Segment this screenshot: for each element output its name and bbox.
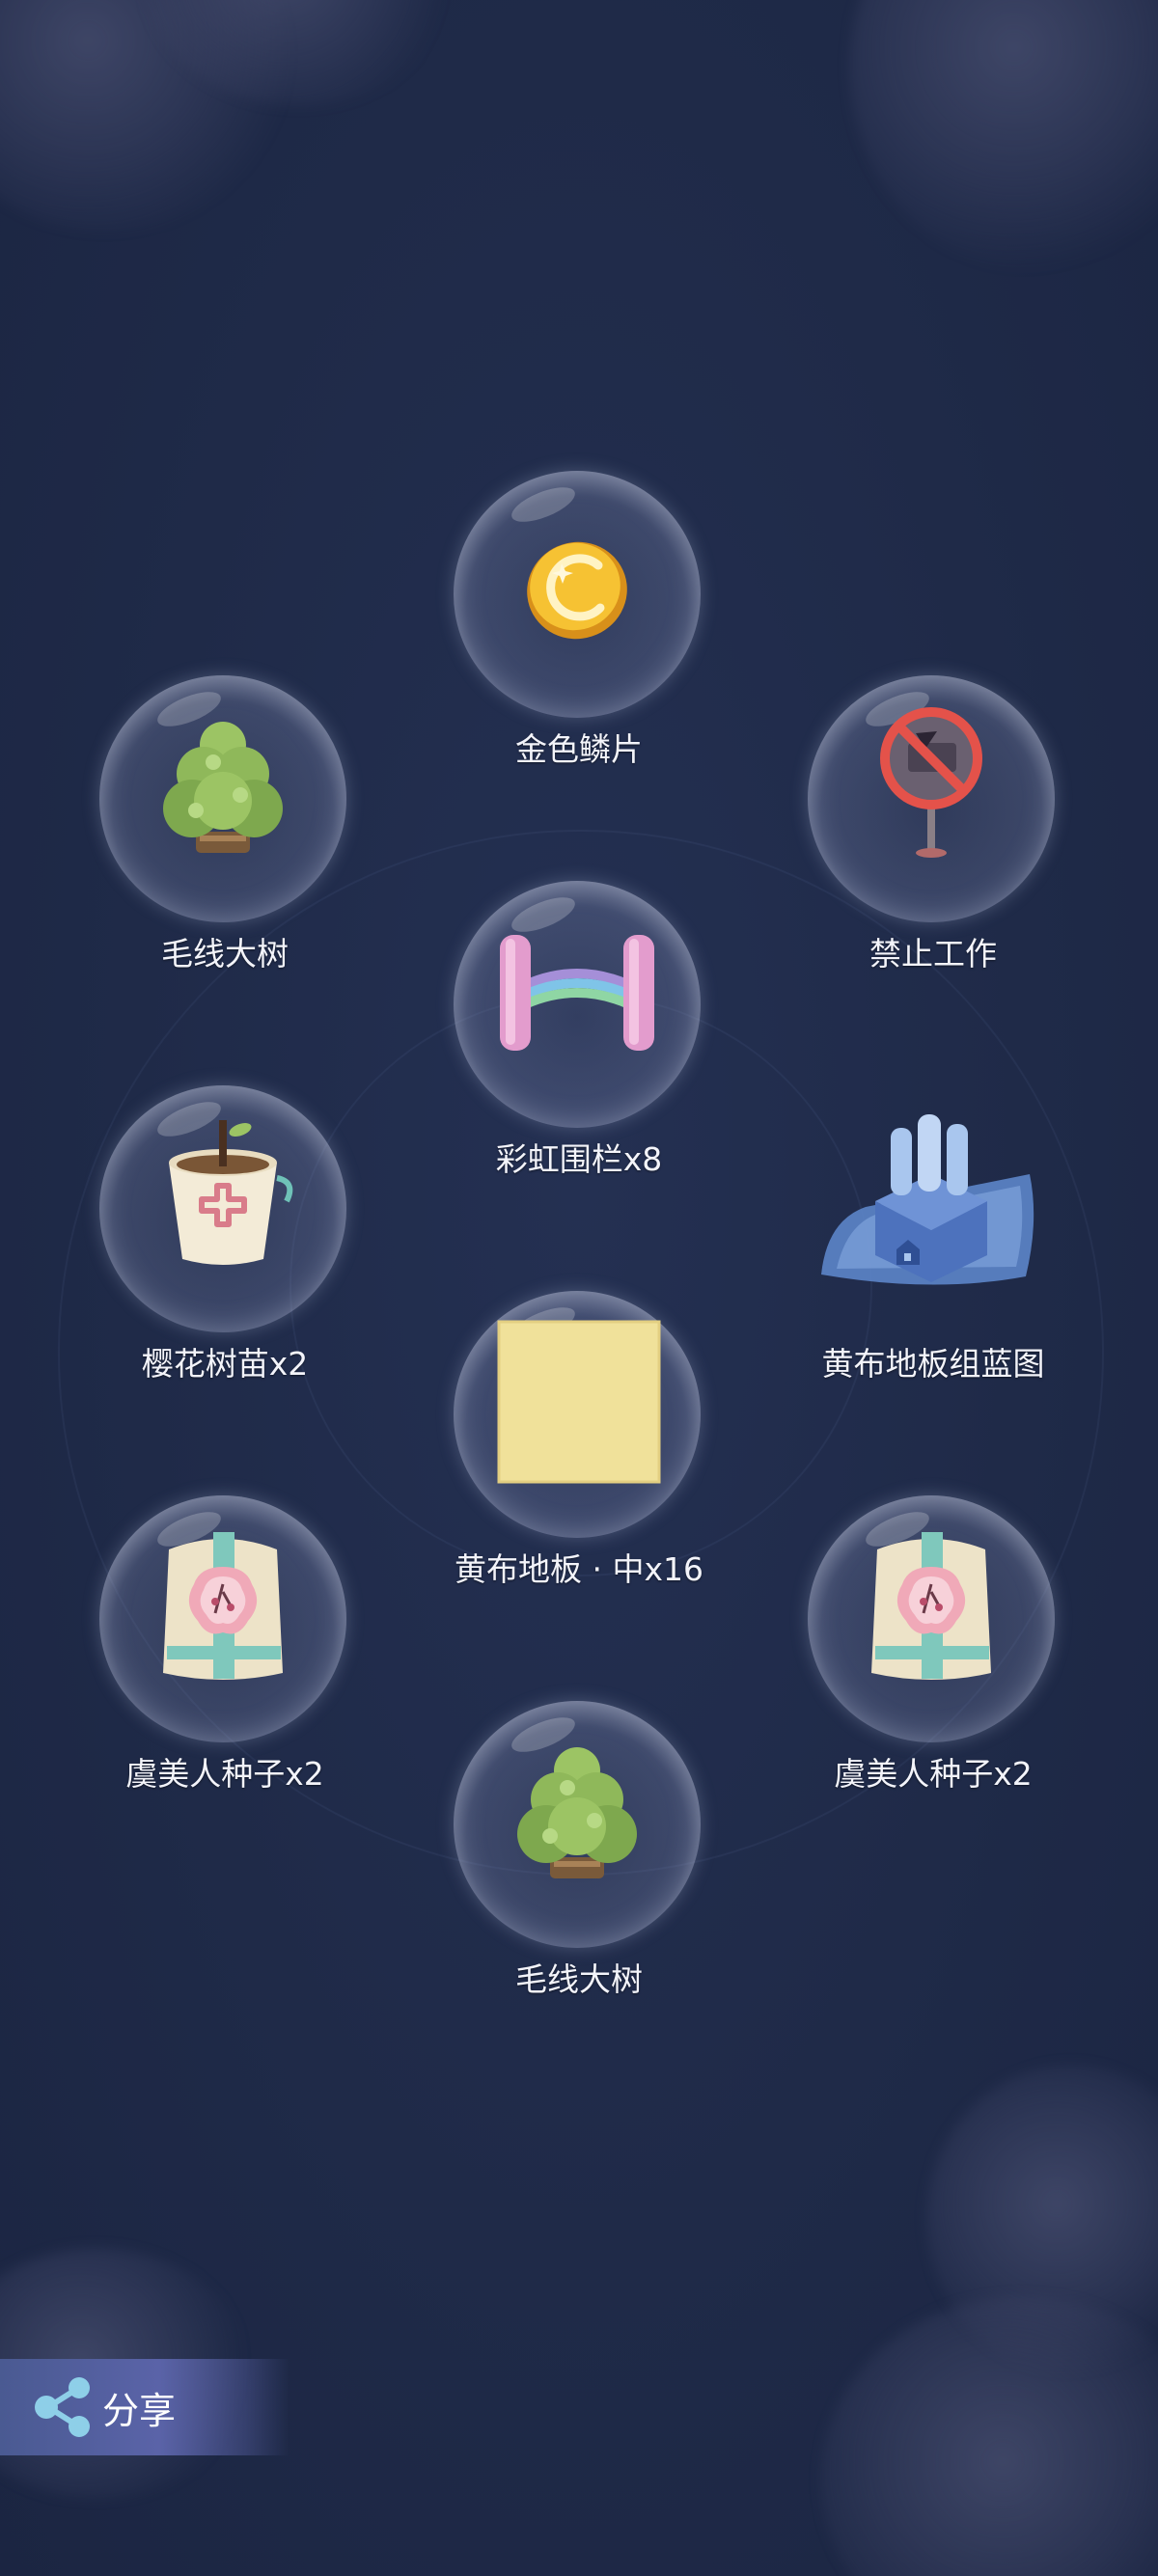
reward-label: 樱花树苗x2 <box>141 1345 309 1383</box>
cloud-decoration <box>849 0 1158 270</box>
no-work-sign-icon <box>880 707 982 858</box>
reward-item[interactable]: 黄布地板 · 中x16 <box>434 1291 724 1588</box>
blueprint-icon <box>821 1114 1034 1285</box>
reward-item[interactable]: 黄布地板组蓝图 <box>788 1085 1078 1383</box>
share-icon <box>35 2377 90 2437</box>
reward-label: 毛线大树 <box>161 935 289 973</box>
yarn-tree-icon <box>163 722 283 853</box>
reward-label: 虞美人种子x2 <box>834 1755 1033 1793</box>
reward-item[interactable]: 毛线大树 <box>434 1701 724 1998</box>
reward-label: 黄布地板组蓝图 <box>821 1345 1045 1383</box>
share-label: 分享 <box>102 2389 177 2432</box>
reward-item[interactable]: 虞美人种子x2 <box>788 1495 1078 1793</box>
cloud-decoration <box>820 2296 1158 2576</box>
reward-item[interactable]: 彩虹围栏x8 <box>434 881 724 1178</box>
reward-screen: 金色鳞片 毛线大树 禁止工作 彩虹围栏x8 樱花树苗x2 黄布地板组蓝图 黄布地… <box>0 0 1158 2576</box>
reward-label: 禁止工作 <box>869 935 997 973</box>
reward-label: 彩虹围栏x8 <box>495 1140 663 1178</box>
yarn-tree-icon <box>517 1747 637 1878</box>
rainbow-fence-icon <box>500 935 654 1051</box>
reward-item[interactable]: 樱花树苗x2 <box>80 1085 370 1383</box>
reward-label: 虞美人种子x2 <box>125 1755 324 1793</box>
reward-item[interactable]: 虞美人种子x2 <box>80 1495 370 1793</box>
reward-label: 金色鳞片 <box>515 730 643 768</box>
sakura-sapling-icon <box>169 1120 293 1265</box>
poppy-seed-bag-icon <box>871 1532 991 1680</box>
reward-item[interactable]: 毛线大树 <box>80 675 370 973</box>
reward-label: 毛线大树 <box>515 1960 643 1998</box>
reward-item[interactable]: 禁止工作 <box>788 675 1078 973</box>
share-button[interactable]: 分享 <box>0 2359 290 2455</box>
golden-scale-icon <box>527 541 627 640</box>
yellow-floor-tile-icon <box>497 1320 661 1484</box>
reward-item[interactable]: 金色鳞片 <box>434 471 724 768</box>
poppy-seed-bag-icon <box>163 1532 283 1680</box>
reward-label: 黄布地板 · 中x16 <box>455 1550 703 1588</box>
